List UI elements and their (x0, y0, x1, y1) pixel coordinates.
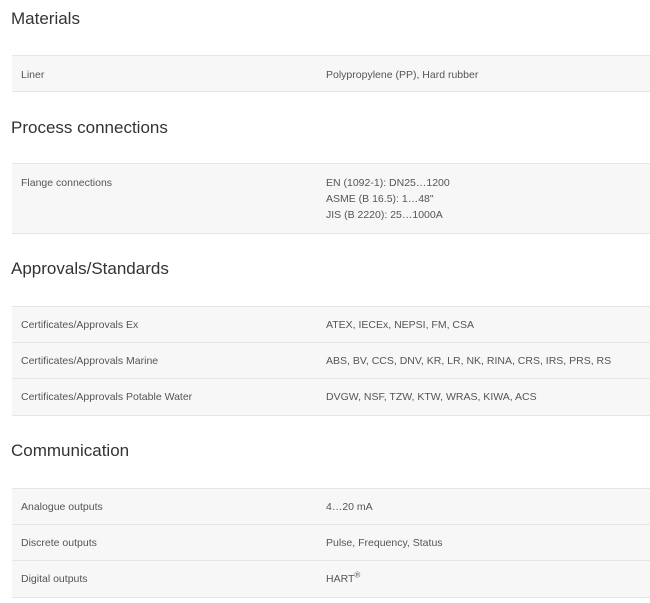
section-title-approvals-standards: Approvals/Standards (11, 259, 169, 278)
digital-outputs-text: HART (326, 573, 355, 585)
process-connections-table: Flange connections EN (1092-1): DN25…120… (12, 163, 650, 234)
row-value-certificates-ex: ATEX, IECEx, NEPSI, FM, CSA (326, 319, 474, 331)
row-label-discrete-outputs: Discrete outputs (21, 537, 97, 549)
table-row: Analogue outputs 4…20 mA (12, 488, 650, 525)
materials-table: Liner Polypropylene (PP), Hard rubber (12, 55, 650, 92)
row-value-liner: Polypropylene (PP), Hard rubber (326, 69, 479, 81)
row-value-certificates-marine: ABS, BV, CCS, DNV, KR, LR, NK, RINA, CRS… (326, 355, 612, 367)
row-value-certificates-potable-water: DVGW, NSF, TZW, KTW, WRAS, KIWA, ACS (326, 391, 537, 403)
communication-table: Analogue outputs 4…20 mA Discrete output… (12, 488, 650, 598)
approvals-standards-table: Certificates/Approvals Ex ATEX, IECEx, N… (12, 306, 650, 416)
row-value-discrete-outputs: Pulse, Frequency, Status (326, 537, 443, 549)
row-label-flange-connections: Flange connections (21, 177, 113, 189)
table-row: Flange connections EN (1092-1): DN25…120… (12, 163, 650, 234)
row-value-flange-connections: EN (1092-1): DN25…1200 ASME (B 16.5): 1…… (326, 177, 450, 221)
row-label-analogue-outputs: Analogue outputs (21, 501, 103, 513)
row-label-certificates-marine: Certificates/Approvals Marine (21, 355, 159, 367)
row-label-certificates-potable-water: Certificates/Approvals Potable Water (21, 391, 193, 403)
specifications-page: Materials Liner Polypropylene (PP), Hard… (0, 0, 650, 603)
section-title-materials: Materials (11, 9, 80, 28)
table-row: Certificates/Approvals Marine ABS, BV, C… (12, 343, 650, 379)
row-label-digital-outputs: Digital outputs (21, 573, 88, 585)
row-label-certificates-ex: Certificates/Approvals Ex (21, 319, 139, 331)
table-row: Certificates/Approvals Ex ATEX, IECEx, N… (12, 306, 650, 343)
row-value-analogue-outputs: 4…20 mA (326, 501, 373, 513)
table-row: Liner Polypropylene (PP), Hard rubber (12, 55, 650, 92)
row-value-digital-outputs: HART® (326, 571, 360, 587)
table-row: Certificates/Approvals Potable Water DVG… (12, 379, 650, 416)
section-title-communication: Communication (11, 441, 130, 460)
table-row: Digital outputs HART® (12, 561, 650, 598)
row-label-liner: Liner (21, 69, 45, 81)
registered-trademark-mark: ® (354, 570, 361, 580)
table-row: Discrete outputs Pulse, Frequency, Statu… (12, 525, 650, 561)
section-title-process-connections: Process connections (11, 118, 168, 137)
